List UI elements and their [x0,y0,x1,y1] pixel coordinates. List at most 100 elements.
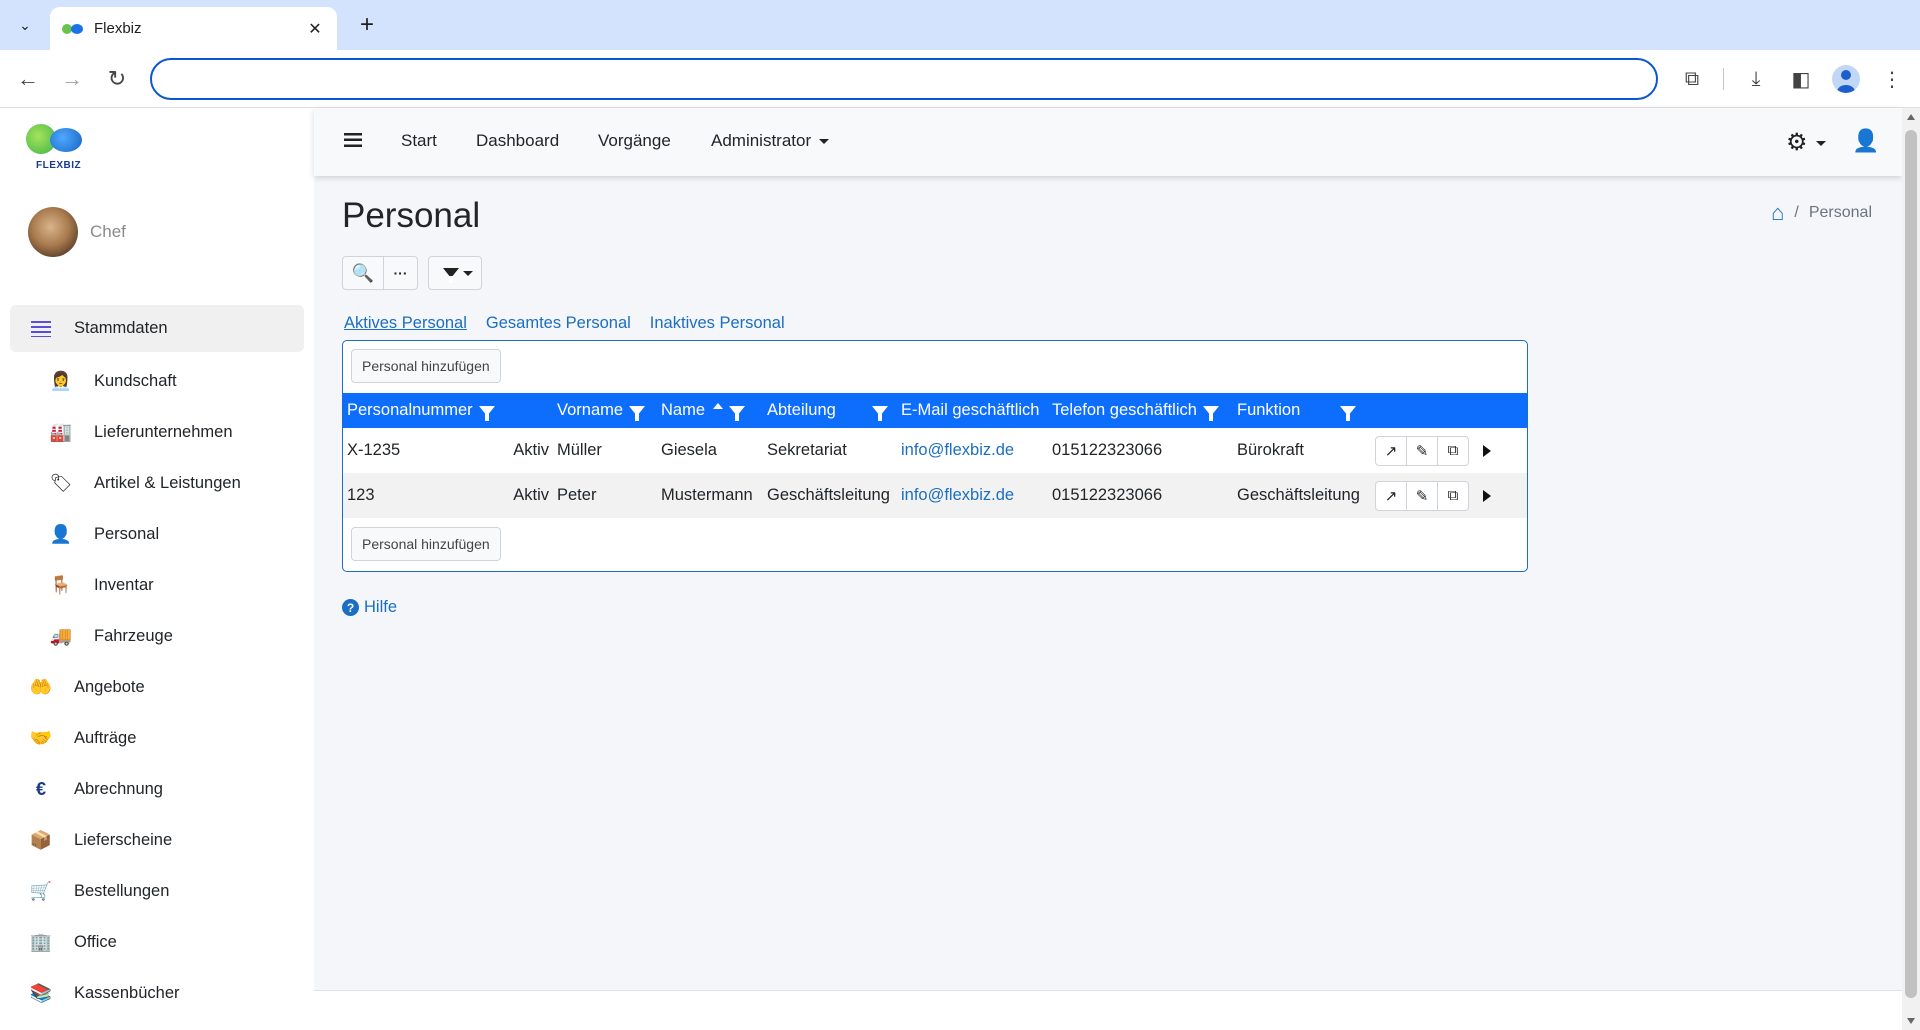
sidebar-item-office[interactable]: 🏢 Office [10,917,304,968]
sidebar-item-personal[interactable]: 👤 Personal [10,509,304,560]
sidebar-item-label: Office [74,933,117,951]
arrow-right-icon: → [61,66,83,91]
home-icon[interactable]: ⌂ [1771,200,1784,226]
cell-abteilung: Geschäftsleitung [767,486,890,504]
copy-icon: ⧉ [1447,487,1459,504]
column-header-email[interactable]: E-Mail geschäftlich [897,393,1048,428]
copy-button[interactable]: ⧉ [1437,480,1469,511]
table-row[interactable]: 123 Aktiv Peter Mustermann Geschäftsleitu… [343,473,1527,518]
scrollbar-thumb[interactable] [1905,130,1917,998]
add-personal-button-bottom[interactable]: Personal hinzufügen [351,527,501,561]
column-header-telefon[interactable]: Telefon geschäftlich [1048,393,1233,428]
office-icon: 🏢 [29,932,53,952]
reload-icon: ↻ [107,66,127,91]
email-link[interactable]: info@flexbiz.de [901,441,1014,459]
column-header-personalnummer[interactable]: Personalnummer [343,393,553,428]
table-row[interactable]: X-1235 Aktiv Müller Giesela Sekretariat i… [343,428,1527,473]
sidebar-item-label: Fahrzeuge [94,627,173,645]
caret-down-icon [819,139,830,145]
scroll-up-icon[interactable] [1907,114,1915,120]
tab-gesamtes-personal[interactable]: Gesamtes Personal [486,314,631,333]
filter-icon[interactable] [1340,405,1357,421]
page-scrollbar[interactable] [1902,108,1920,1030]
user-panel[interactable]: Chef [28,206,126,258]
scroll-down-icon[interactable] [1907,1018,1915,1024]
column-header-vorname[interactable]: Vorname [553,393,657,428]
tab-inaktives-personal[interactable]: Inaktives Personal [650,314,785,333]
address-bar[interactable] [150,58,1658,100]
tab-search-dropdown[interactable]: ⌄ [10,10,40,40]
side-panel-button[interactable]: ◧ [1785,63,1817,95]
open-button[interactable]: ↗ [1375,480,1407,511]
more-options-button[interactable]: ··· [384,256,418,290]
browser-tab[interactable]: Flexbiz ✕ [50,7,337,50]
edit-button[interactable]: ✎ [1406,435,1438,466]
download-icon: ⤓ [1751,67,1761,90]
browser-tabstrip: ⌄ Flexbiz ✕ + [0,0,1920,50]
more-vertical-icon: ⋮ [1882,68,1902,91]
sidebar-item-lieferunternehmen[interactable]: 🏭 Lieferunternehmen [10,407,304,458]
extensions-button[interactable]: ⧉ [1676,63,1708,95]
help-link[interactable]: ? Hilfe [342,598,397,617]
search-button[interactable]: 🔍 [342,256,384,290]
nav-dashboard[interactable]: Dashboard [476,131,559,151]
question-circle-icon: ? [342,599,359,616]
column-label: Personalnummer [347,401,473,419]
flexbiz-logo[interactable]: FLEXBIZ [26,122,88,172]
column-header-abteilung[interactable]: Abteilung [763,393,897,428]
filter-dropdown-button[interactable] [428,256,482,290]
main-content: Start Dashboard Vorgänge Administrator ⚙… [314,108,1902,990]
cell-email: info@flexbiz.de [897,473,1048,518]
sidebar-item-label: Artikel & Leistungen [94,474,241,492]
email-link[interactable]: info@flexbiz.de [901,486,1014,504]
browser-menu-button[interactable]: ⋮ [1876,63,1908,95]
open-button[interactable]: ↗ [1375,435,1407,466]
sidebar-item-artikel[interactable]: 🏷 Artikel & Leistungen [10,458,304,509]
new-tab-button[interactable]: + [352,10,382,40]
sidebar-item-stammdaten[interactable]: Stammdaten [10,305,304,352]
expand-row-icon[interactable] [1483,444,1491,457]
personalnummer-value: 123 [347,486,375,504]
row-actions: ↗ ✎ ⧉ [1375,435,1525,466]
sidebar-item-angebote[interactable]: 🤲 Angebote [10,662,304,713]
filter-icon[interactable] [871,405,888,421]
downloads-button[interactable]: ⤓ [1740,63,1772,95]
nav-administrator-dropdown[interactable]: Administrator [711,131,830,151]
expand-row-icon[interactable] [1483,489,1491,502]
filter-icon[interactable] [478,405,495,421]
cell-vorname: Müller [557,441,602,459]
column-header-funktion[interactable]: Funktion [1233,393,1371,428]
sidebar-item-fahrzeuge[interactable]: 🚚 Fahrzeuge [10,611,304,662]
sidebar-item-lieferscheine[interactable]: 📦 Lieferscheine [10,815,304,866]
cell-vorname: Peter [557,486,597,504]
forward-button[interactable]: → [56,63,88,95]
page-title: Personal [342,196,481,235]
nav-vorgaenge[interactable]: Vorgänge [598,131,671,151]
filter-icon[interactable] [729,405,746,421]
sidebar-item-abrechnung[interactable]: € Abrechnung [10,764,304,815]
column-header-name[interactable]: Name [657,393,763,428]
profile-button[interactable] [1832,65,1860,93]
settings-dropdown[interactable]: ⚙ [1786,128,1826,157]
breadcrumb-current: Personal [1808,204,1872,221]
back-button[interactable]: ← [12,63,44,95]
sidebar-item-kassenbuecher[interactable]: 📚 Kassenbücher [10,968,304,1019]
user-menu-icon[interactable]: 👤 [1852,128,1879,154]
sort-ascending-icon[interactable] [713,403,724,409]
tab-aktives-personal[interactable]: Aktives Personal [344,314,467,333]
filter-icon[interactable] [1202,405,1219,421]
sidebar-item-kundschaft[interactable]: 👩‍💼 Kundschaft [10,356,304,407]
copy-button[interactable]: ⧉ [1437,435,1469,466]
column-label: E-Mail geschäftlich [901,401,1040,419]
close-icon[interactable]: ✕ [305,19,325,39]
edit-button[interactable]: ✎ [1406,480,1438,511]
sidebar-item-inventar[interactable]: 🪑 Inventar [10,560,304,611]
hamburger-menu-icon[interactable] [344,133,362,147]
browser-toolbar: ← → ↻ ⧉ ⤓ ◧ ⋮ [0,50,1920,108]
nav-start[interactable]: Start [401,131,437,151]
filter-icon[interactable] [629,405,646,421]
add-personal-button-top[interactable]: Personal hinzufügen [351,349,501,383]
sidebar-item-bestellungen[interactable]: 🛒 Bestellungen [10,866,304,917]
reload-button[interactable]: ↻ [101,63,133,95]
sidebar-item-auftraege[interactable]: 🤝 Aufträge [10,713,304,764]
